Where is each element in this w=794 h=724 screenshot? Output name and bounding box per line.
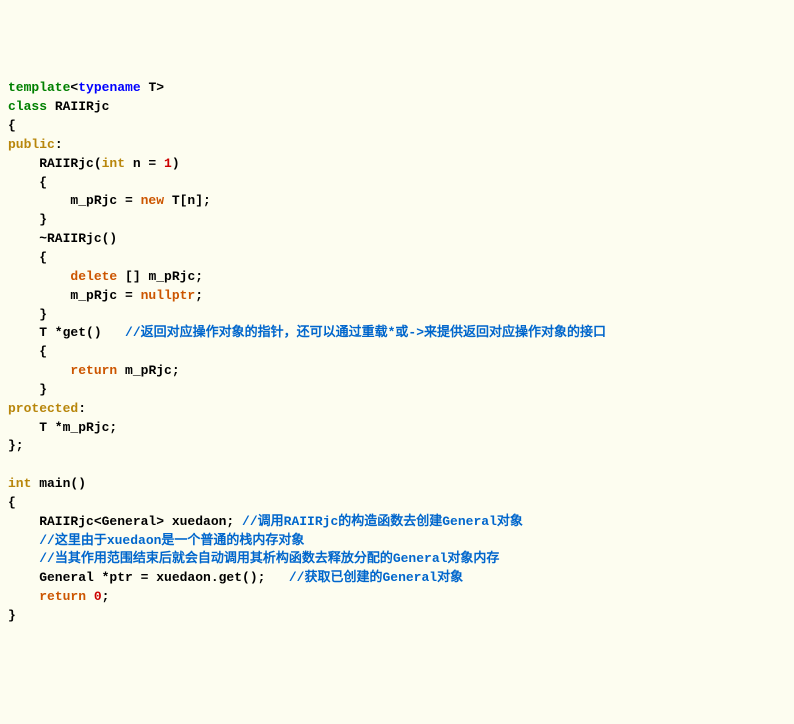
kw-return: return [39, 589, 86, 604]
decl-ptr: General *ptr = xuedaon.get(); [8, 570, 289, 585]
assign-post: T[n]; [164, 193, 211, 208]
ctor-name: RAIIRjc( [8, 156, 102, 171]
angle-close: > [156, 80, 164, 95]
kw-delete: delete [70, 269, 117, 284]
null-pre: m_pRjc = [8, 288, 141, 303]
ctor-close: ) [172, 156, 180, 171]
kw-return: return [70, 363, 117, 378]
brace: } [8, 212, 47, 227]
kw-public: public [8, 137, 55, 152]
indent [8, 589, 39, 604]
brace: { [8, 175, 47, 190]
comment-get2: //获取已创建的General对象 [289, 570, 463, 585]
indent [8, 363, 70, 378]
brace: { [8, 250, 47, 265]
brace: } [8, 382, 47, 397]
comment-stack: //这里由于xuedaon是一个普通的栈内存对象 [39, 533, 304, 548]
brace: { [8, 344, 47, 359]
colon: : [78, 401, 86, 416]
colon: : [55, 137, 63, 152]
main-sig: main() [31, 476, 86, 491]
member-decl: T *m_pRjc; [8, 420, 117, 435]
kw-int: int [8, 476, 31, 491]
comment-dtor: //当其作用范围结束后就会自动调用其析构函数去释放分配的General对象内存 [39, 551, 499, 566]
indent [8, 269, 70, 284]
assign-pre: m_pRjc = [8, 193, 141, 208]
num-0: 0 [94, 589, 102, 604]
comment-ctor: //调用RAIIRjc的构造函数去创建General对象 [242, 514, 523, 529]
indent [8, 551, 39, 566]
num-1: 1 [164, 156, 172, 171]
space [86, 589, 94, 604]
kw-class: class [8, 99, 47, 114]
code-block: template<typename T> class RAIIRjc { pub… [8, 79, 786, 625]
decl-xuedaon: RAIIRjc<General> xuedaon; [8, 514, 242, 529]
kw-template: template [8, 80, 70, 95]
comment-get: //返回对应操作对象的指针，还可以通过重载*或->来提供返回对应操作对象的接口 [125, 325, 606, 340]
kw-protected: protected [8, 401, 78, 416]
return-val: m_pRjc; [117, 363, 179, 378]
semi: ; [195, 288, 203, 303]
dtor-name: ~RAIIRjc() [8, 231, 117, 246]
ctor-param: n = [125, 156, 164, 171]
tparam-T: T [141, 80, 157, 95]
get-sig: T *get() [8, 325, 125, 340]
brace: { [8, 495, 16, 510]
kw-typename: typename [78, 80, 140, 95]
indent [8, 533, 39, 548]
delete-post: [] m_pRjc; [117, 269, 203, 284]
kw-new: new [141, 193, 164, 208]
kw-nullptr: nullptr [141, 288, 196, 303]
brace: } [8, 307, 47, 322]
brace: } [8, 608, 16, 623]
brace: { [8, 118, 16, 133]
class-end: }; [8, 438, 24, 453]
class-name: RAIIRjc [47, 99, 109, 114]
semi: ; [102, 589, 110, 604]
kw-int: int [102, 156, 125, 171]
